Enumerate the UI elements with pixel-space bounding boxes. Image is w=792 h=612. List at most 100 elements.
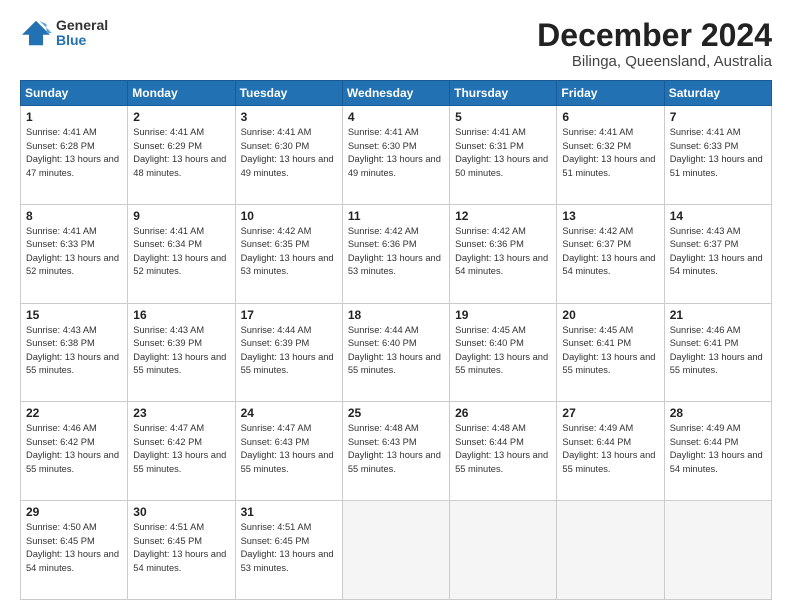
table-row: 5 Sunrise: 4:41 AMSunset: 6:31 PMDaylight…	[450, 106, 557, 205]
header: General Blue December 2024 Bilinga, Quee…	[20, 18, 772, 70]
calendar-subtitle: Bilinga, Queensland, Australia	[537, 53, 772, 70]
day-info: Sunrise: 4:46 AMSunset: 6:41 PMDaylight:…	[670, 324, 766, 378]
table-row: 14 Sunrise: 4:43 AMSunset: 6:37 PMDayligh…	[664, 204, 771, 303]
day-number: 10	[241, 209, 337, 223]
table-row: 20Sunrise: 4:45 AMSunset: 6:41 PMDayligh…	[557, 303, 664, 402]
day-info: Sunrise: 4:45 AMSunset: 6:40 PMDaylight:…	[455, 324, 551, 378]
day-info: Sunrise: 4:41 AMSunset: 6:31 PMDaylight:…	[455, 126, 551, 180]
day-number: 1	[26, 110, 122, 124]
day-number: 26	[455, 406, 551, 420]
day-info: Sunrise: 4:49 AMSunset: 6:44 PMDaylight:…	[562, 422, 658, 476]
table-row	[342, 501, 449, 600]
day-number: 28	[670, 406, 766, 420]
logo-blue-text: Blue	[56, 33, 108, 48]
day-number: 4	[348, 110, 444, 124]
table-row: 17 Sunrise: 4:44 AMSunset: 6:39 PMDayligh…	[235, 303, 342, 402]
table-row: 19Sunrise: 4:45 AMSunset: 6:40 PMDayligh…	[450, 303, 557, 402]
table-row: 1 Sunrise: 4:41 AMSunset: 6:28 PMDaylight…	[21, 106, 128, 205]
table-row: 30Sunrise: 4:51 AMSunset: 6:45 PMDayligh…	[128, 501, 235, 600]
day-number: 22	[26, 406, 122, 420]
day-info: Sunrise: 4:41 AMSunset: 6:34 PMDaylight:…	[133, 225, 229, 279]
calendar-week-4: 22 Sunrise: 4:46 AMSunset: 6:42 PMDayligh…	[21, 402, 772, 501]
day-number: 2	[133, 110, 229, 124]
table-row: 12 Sunrise: 4:42 AMSunset: 6:36 PMDayligh…	[450, 204, 557, 303]
calendar-table: Sunday Monday Tuesday Wednesday Thursday…	[20, 80, 772, 600]
day-info: Sunrise: 4:41 AMSunset: 6:33 PMDaylight:…	[26, 225, 122, 279]
table-row: 9 Sunrise: 4:41 AMSunset: 6:34 PMDaylight…	[128, 204, 235, 303]
day-number: 24	[241, 406, 337, 420]
table-row: 21 Sunrise: 4:46 AMSunset: 6:41 PMDayligh…	[664, 303, 771, 402]
table-row: 4Sunrise: 4:41 AMSunset: 6:30 PMDaylight…	[342, 106, 449, 205]
calendar-week-3: 15 Sunrise: 4:43 AMSunset: 6:38 PMDayligh…	[21, 303, 772, 402]
table-row: 10 Sunrise: 4:42 AMSunset: 6:35 PMDayligh…	[235, 204, 342, 303]
day-info: Sunrise: 4:43 AMSunset: 6:37 PMDaylight:…	[670, 225, 766, 279]
table-row: 26 Sunrise: 4:48 AMSunset: 6:44 PMDayligh…	[450, 402, 557, 501]
table-row: 29 Sunrise: 4:50 AMSunset: 6:45 PMDayligh…	[21, 501, 128, 600]
day-number: 14	[670, 209, 766, 223]
table-row: 22 Sunrise: 4:46 AMSunset: 6:42 PMDayligh…	[21, 402, 128, 501]
day-info: Sunrise: 4:49 AMSunset: 6:44 PMDaylight:…	[670, 422, 766, 476]
day-number: 9	[133, 209, 229, 223]
page: General Blue December 2024 Bilinga, Quee…	[0, 0, 792, 612]
day-info: Sunrise: 4:42 AMSunset: 6:35 PMDaylight:…	[241, 225, 337, 279]
logo-text: General Blue	[56, 18, 108, 49]
calendar-week-2: 8Sunrise: 4:41 AMSunset: 6:33 PMDaylight…	[21, 204, 772, 303]
table-row	[664, 501, 771, 600]
day-info: Sunrise: 4:47 AMSunset: 6:43 PMDaylight:…	[241, 422, 337, 476]
table-row: 18 Sunrise: 4:44 AMSunset: 6:40 PMDayligh…	[342, 303, 449, 402]
col-wednesday: Wednesday	[342, 81, 449, 106]
day-info: Sunrise: 4:48 AMSunset: 6:44 PMDaylight:…	[455, 422, 551, 476]
day-info: Sunrise: 4:41 AMSunset: 6:28 PMDaylight:…	[26, 126, 122, 180]
day-info: Sunrise: 4:50 AMSunset: 6:45 PMDaylight:…	[26, 521, 122, 575]
table-row: 11Sunrise: 4:42 AMSunset: 6:36 PMDayligh…	[342, 204, 449, 303]
day-number: 6	[562, 110, 658, 124]
day-info: Sunrise: 4:46 AMSunset: 6:42 PMDaylight:…	[26, 422, 122, 476]
day-number: 20	[562, 308, 658, 322]
col-saturday: Saturday	[664, 81, 771, 106]
day-number: 29	[26, 505, 122, 519]
calendar-header-row: Sunday Monday Tuesday Wednesday Thursday…	[21, 81, 772, 106]
table-row: 27 Sunrise: 4:49 AMSunset: 6:44 PMDayligh…	[557, 402, 664, 501]
table-row	[557, 501, 664, 600]
day-number: 5	[455, 110, 551, 124]
day-info: Sunrise: 4:44 AMSunset: 6:39 PMDaylight:…	[241, 324, 337, 378]
table-row: 25Sunrise: 4:48 AMSunset: 6:43 PMDayligh…	[342, 402, 449, 501]
day-number: 13	[562, 209, 658, 223]
day-number: 18	[348, 308, 444, 322]
col-sunday: Sunday	[21, 81, 128, 106]
day-number: 16	[133, 308, 229, 322]
day-number: 12	[455, 209, 551, 223]
day-number: 17	[241, 308, 337, 322]
table-row: 31Sunrise: 4:51 AMSunset: 6:45 PMDayligh…	[235, 501, 342, 600]
day-number: 27	[562, 406, 658, 420]
day-info: Sunrise: 4:41 AMSunset: 6:29 PMDaylight:…	[133, 126, 229, 180]
day-info: Sunrise: 4:51 AMSunset: 6:45 PMDaylight:…	[133, 521, 229, 575]
day-number: 31	[241, 505, 337, 519]
logo-icon	[20, 19, 52, 47]
col-friday: Friday	[557, 81, 664, 106]
day-info: Sunrise: 4:47 AMSunset: 6:42 PMDaylight:…	[133, 422, 229, 476]
table-row: 13Sunrise: 4:42 AMSunset: 6:37 PMDayligh…	[557, 204, 664, 303]
day-info: Sunrise: 4:42 AMSunset: 6:36 PMDaylight:…	[348, 225, 444, 279]
day-number: 21	[670, 308, 766, 322]
day-number: 15	[26, 308, 122, 322]
day-number: 7	[670, 110, 766, 124]
table-row	[450, 501, 557, 600]
title-block: December 2024 Bilinga, Queensland, Austr…	[537, 18, 772, 70]
logo-general-text: General	[56, 18, 108, 33]
day-info: Sunrise: 4:41 AMSunset: 6:33 PMDaylight:…	[670, 126, 766, 180]
calendar-week-5: 29 Sunrise: 4:50 AMSunset: 6:45 PMDayligh…	[21, 501, 772, 600]
table-row: 15 Sunrise: 4:43 AMSunset: 6:38 PMDayligh…	[21, 303, 128, 402]
table-row: 8Sunrise: 4:41 AMSunset: 6:33 PMDaylight…	[21, 204, 128, 303]
day-info: Sunrise: 4:42 AMSunset: 6:36 PMDaylight:…	[455, 225, 551, 279]
col-tuesday: Tuesday	[235, 81, 342, 106]
table-row: 24 Sunrise: 4:47 AMSunset: 6:43 PMDayligh…	[235, 402, 342, 501]
table-row: 2 Sunrise: 4:41 AMSunset: 6:29 PMDaylight…	[128, 106, 235, 205]
table-row: 28 Sunrise: 4:49 AMSunset: 6:44 PMDayligh…	[664, 402, 771, 501]
calendar-title: December 2024	[537, 18, 772, 53]
day-number: 23	[133, 406, 229, 420]
day-info: Sunrise: 4:43 AMSunset: 6:38 PMDaylight:…	[26, 324, 122, 378]
table-row: 16Sunrise: 4:43 AMSunset: 6:39 PMDayligh…	[128, 303, 235, 402]
day-info: Sunrise: 4:44 AMSunset: 6:40 PMDaylight:…	[348, 324, 444, 378]
table-row: 6Sunrise: 4:41 AMSunset: 6:32 PMDaylight…	[557, 106, 664, 205]
